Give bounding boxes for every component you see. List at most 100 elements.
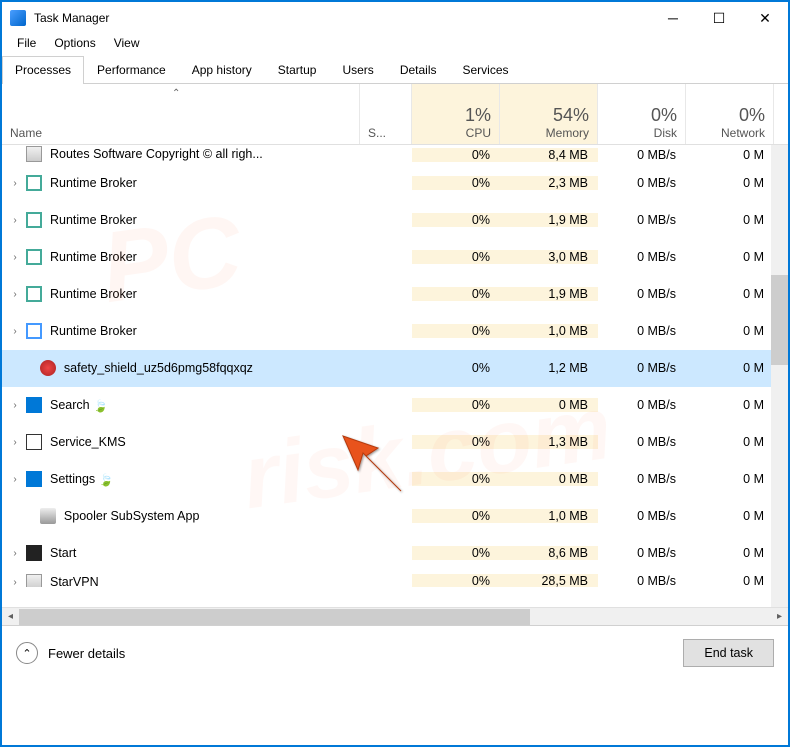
menu-options[interactable]: Options: [45, 34, 104, 56]
cell-disk: 0 MB/s: [598, 435, 686, 449]
leaf-icon: 🍃: [99, 473, 111, 485]
titlebar[interactable]: Task Manager ─ ☐ ✕: [2, 2, 788, 34]
tab-services[interactable]: Services: [450, 56, 522, 83]
expand-icon[interactable]: ›: [8, 252, 22, 263]
cell-memory: 8,4 MB: [500, 148, 598, 162]
tab-users[interactable]: Users: [329, 56, 386, 83]
cell-memory: 1,9 MB: [500, 213, 598, 227]
process-name: Routes Software Copyright © all righ...: [50, 147, 263, 161]
table-row[interactable]: ›Start 0%8,6 MB0 MB/s0 M: [2, 535, 788, 572]
tab-startup[interactable]: Startup: [265, 56, 330, 83]
cell-name: ›Settings 🍃: [2, 471, 360, 487]
menu-view[interactable]: View: [105, 34, 149, 56]
col-name[interactable]: ⌃ Name: [2, 84, 360, 144]
close-button[interactable]: ✕: [742, 2, 788, 34]
cell-name: Spooler SubSystem App: [2, 508, 360, 524]
maximize-button[interactable]: ☐: [696, 2, 742, 34]
scroll-right-button[interactable]: ▸: [771, 608, 788, 625]
menubar: File Options View: [2, 34, 788, 56]
cell-name: ›Search 🍃: [2, 397, 360, 413]
cell-cpu: 0%: [412, 250, 500, 264]
cell-memory: 8,6 MB: [500, 546, 598, 560]
table-row[interactable]: Routes Software Copyright © all righ... …: [2, 145, 788, 165]
cell-network: 0 M: [686, 435, 774, 449]
cell-memory: 0 MB: [500, 472, 598, 486]
expand-icon[interactable]: ›: [8, 400, 22, 411]
col-network[interactable]: 0% Network: [686, 84, 774, 144]
cell-memory: 3,0 MB: [500, 250, 598, 264]
table-row[interactable]: safety_shield_uz5d6pmg58fqqxqz 0%1,2 MB0…: [2, 350, 788, 387]
tab-details[interactable]: Details: [387, 56, 450, 83]
table-row[interactable]: ›Runtime Broker 0%1,9 MB0 MB/s0 M: [2, 276, 788, 313]
minimize-button[interactable]: ─: [650, 2, 696, 34]
col-memory[interactable]: 54% Memory: [500, 84, 598, 144]
expand-icon[interactable]: ›: [8, 326, 22, 337]
process-icon: [26, 146, 42, 162]
table-row[interactable]: ›Runtime Broker 0%1,9 MB0 MB/s0 M: [2, 202, 788, 239]
process-icon: [26, 286, 42, 302]
table-row[interactable]: ›Service_KMS 0%1,3 MB0 MB/s0 M: [2, 424, 788, 461]
expand-icon[interactable]: ›: [8, 577, 22, 588]
process-icon: [40, 360, 56, 376]
col-cpu[interactable]: 1% CPU: [412, 84, 500, 144]
cell-cpu: 0%: [412, 287, 500, 301]
table-row[interactable]: ›Runtime Broker 0%2,3 MB0 MB/s0 M: [2, 165, 788, 202]
cell-disk: 0 MB/s: [598, 148, 686, 162]
vertical-scrollbar[interactable]: [771, 145, 788, 607]
table-row[interactable]: ›Runtime Broker 0%3,0 MB0 MB/s0 M: [2, 239, 788, 276]
expand-icon[interactable]: ›: [8, 215, 22, 226]
cell-name: › Runtime Broker: [2, 249, 360, 265]
tabs: Processes Performance App history Startu…: [2, 56, 788, 84]
tab-app-history[interactable]: App history: [179, 56, 265, 83]
process-icon: [26, 249, 42, 265]
cell-disk: 0 MB/s: [598, 546, 686, 560]
cell-network: 0 M: [686, 324, 774, 338]
horizontal-scrollbar[interactable]: ◂ ▸: [2, 607, 788, 625]
col-status[interactable]: S...: [360, 84, 412, 144]
cell-disk: 0 MB/s: [598, 472, 686, 486]
fewer-details-button[interactable]: ⌃ Fewer details: [16, 642, 125, 664]
table-row[interactable]: ›Settings 🍃0%0 MB0 MB/s0 M: [2, 461, 788, 498]
cell-disk: 0 MB/s: [598, 574, 686, 588]
col-disk[interactable]: 0% Disk: [598, 84, 686, 144]
cell-name: ›Runtime Broker: [2, 323, 360, 339]
cell-disk: 0 MB/s: [598, 287, 686, 301]
cell-memory: 1,9 MB: [500, 287, 598, 301]
cell-cpu: 0%: [412, 213, 500, 227]
expand-icon[interactable]: ›: [8, 474, 22, 485]
hscroll-thumb[interactable]: [19, 609, 530, 625]
cell-network: 0 M: [686, 398, 774, 412]
cell-name: ›Service_KMS: [2, 434, 360, 450]
cell-cpu: 0%: [412, 148, 500, 162]
cell-memory: 1,0 MB: [500, 509, 598, 523]
chevron-up-icon: ⌃: [16, 642, 38, 664]
process-name: StarVPN: [50, 575, 99, 588]
end-task-button[interactable]: End task: [683, 639, 774, 667]
process-name: Runtime Broker: [50, 250, 137, 264]
table-row[interactable]: Spooler SubSystem App 0%1,0 MB0 MB/s0 M: [2, 498, 788, 535]
cell-name: ›Runtime Broker: [2, 286, 360, 302]
table-row[interactable]: ›Runtime Broker 0%1,0 MB0 MB/s0 M: [2, 313, 788, 350]
expand-icon[interactable]: ›: [8, 289, 22, 300]
table-row[interactable]: ›Search 🍃0%0 MB0 MB/s0 M: [2, 387, 788, 424]
expand-icon[interactable]: ›: [8, 548, 22, 559]
cell-cpu: 0%: [412, 509, 500, 523]
process-icon: [26, 545, 42, 561]
leaf-icon: 🍃: [93, 399, 105, 411]
tab-processes[interactable]: Processes: [2, 56, 84, 84]
expand-icon[interactable]: ›: [8, 437, 22, 448]
cell-memory: 28,5 MB: [500, 574, 598, 588]
cell-network: 0 M: [686, 176, 774, 190]
scrollbar-thumb[interactable]: [771, 275, 788, 365]
process-icon: [40, 508, 56, 524]
cell-network: 0 M: [686, 250, 774, 264]
cell-network: 0 M: [686, 546, 774, 560]
table-row[interactable]: ›StarVPN 0%28,5 MB0 MB/s0 M: [2, 572, 788, 588]
process-icon: [26, 323, 42, 339]
cell-cpu: 0%: [412, 546, 500, 560]
cell-network: 0 M: [686, 361, 774, 375]
menu-file[interactable]: File: [8, 34, 45, 56]
expand-icon[interactable]: ›: [8, 178, 22, 189]
tab-performance[interactable]: Performance: [84, 56, 179, 83]
scroll-left-button[interactable]: ◂: [2, 608, 19, 625]
